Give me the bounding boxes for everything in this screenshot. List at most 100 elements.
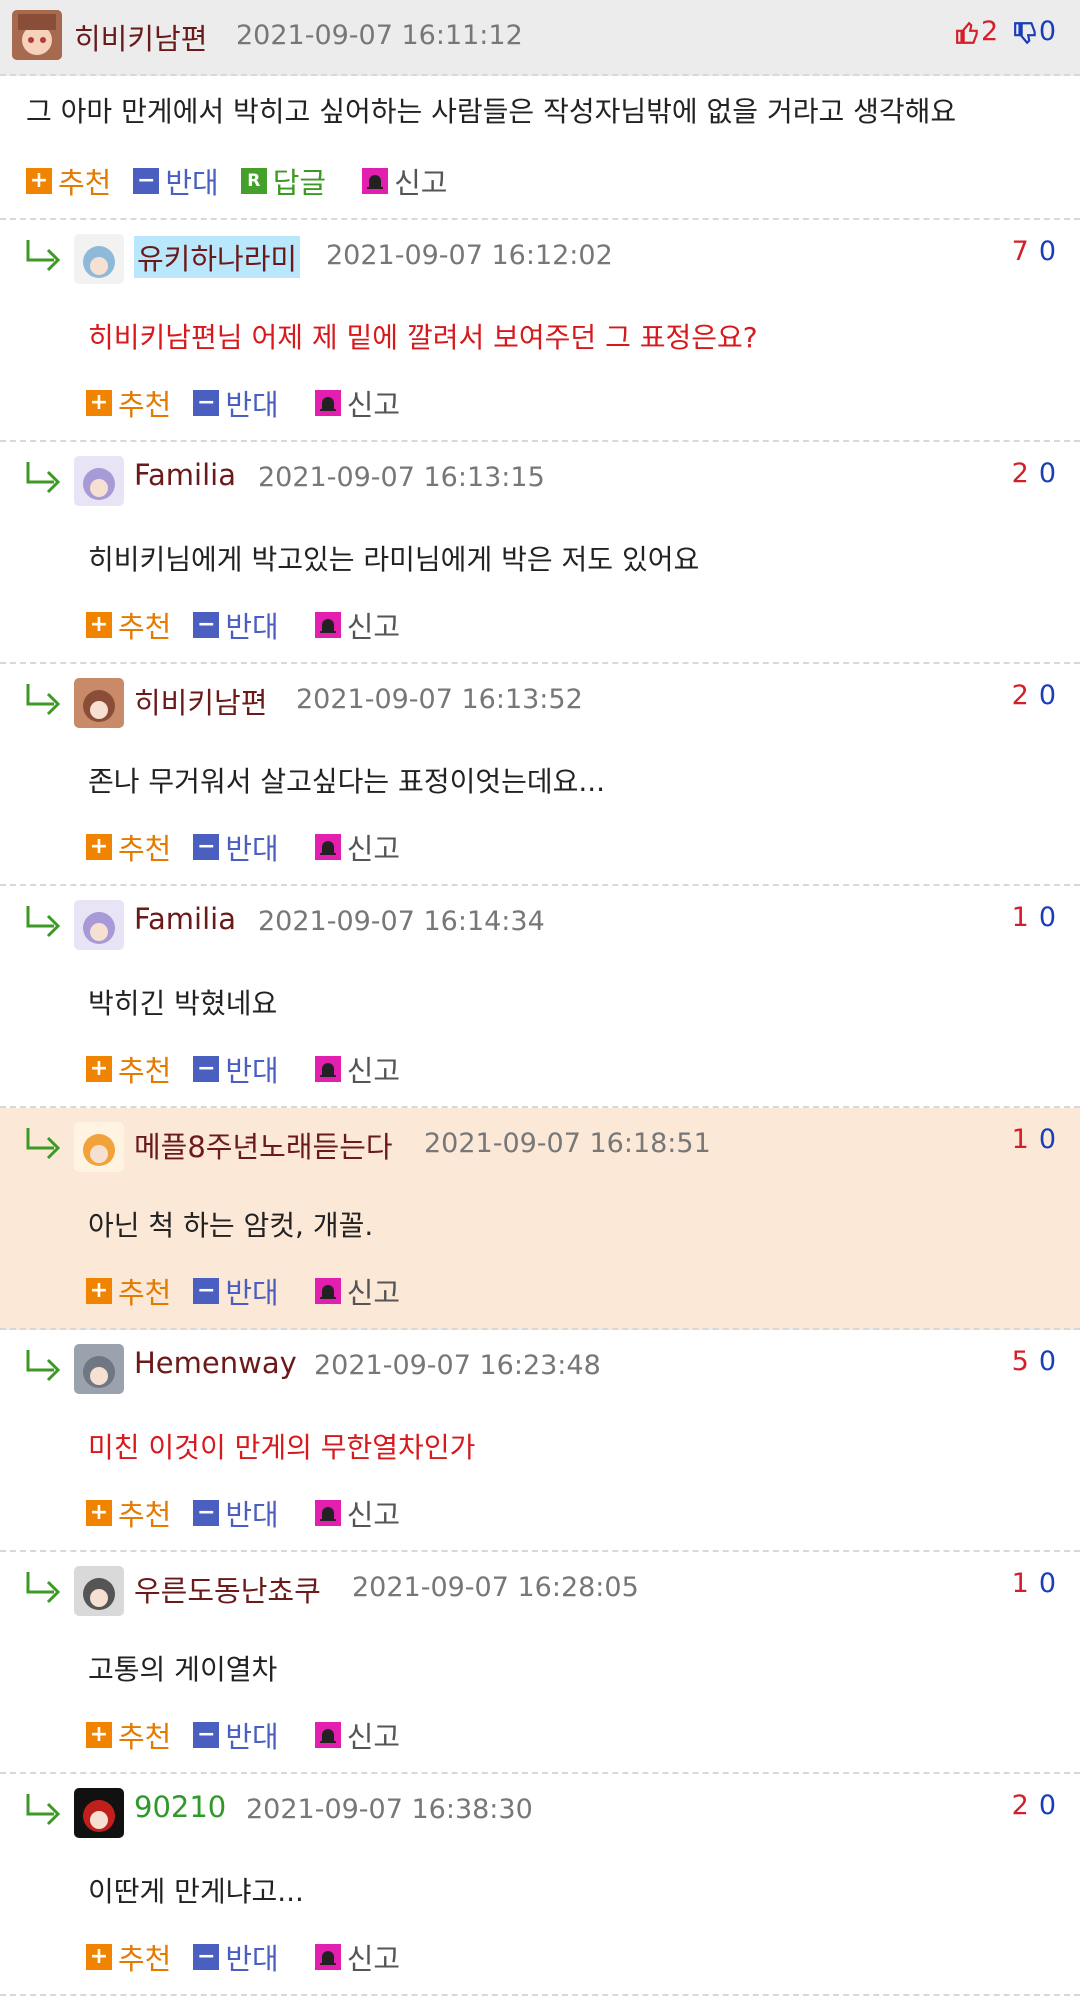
report-button[interactable]: 신고: [314, 1714, 400, 1756]
upvote-count: 1: [1011, 1124, 1029, 1155]
reply-arrow-icon: [26, 1350, 61, 1382]
comment-text: 미친 이것이 만게의 무한열차인가: [88, 1431, 476, 1464]
avatar[interactable]: [74, 900, 124, 950]
avatar[interactable]: [12, 10, 62, 60]
comment-actions: + 추천 − 반대 신고: [86, 1936, 422, 1978]
thumbs-down-icon: [1013, 21, 1036, 44]
report-button[interactable]: 신고: [314, 1492, 400, 1534]
oppose-button[interactable]: − 반대: [193, 1714, 279, 1756]
plus-icon: +: [86, 1944, 112, 1970]
nickname[interactable]: 유키하나라미: [134, 236, 301, 278]
reply-list: 유키하나라미 2021-09-07 16:12:02 70 히비키남편님 어제 …: [0, 220, 1080, 1996]
timestamp: 2021-09-07 16:28:05: [352, 1572, 639, 1603]
reply-arrow-icon: [26, 1794, 61, 1826]
oppose-button[interactable]: − 반대: [193, 1048, 279, 1090]
comment-actions: + 추천 − 반대 신고: [86, 1714, 422, 1756]
mushroom-avatar-icon: [83, 1134, 115, 1166]
reply-comment: 메플8주년노래듣는다 2021-09-07 16:18:51 10 아닌 척 하…: [0, 1108, 1080, 1330]
comment-text: 아닌 척 하는 암컷, 개꼴.: [88, 1209, 374, 1242]
recommend-button[interactable]: + 추천: [26, 160, 111, 202]
reply-arrow-icon: [26, 1572, 61, 1604]
report-button[interactable]: 신고: [314, 604, 400, 646]
comment-actions: + 추천 − 반대 신고: [86, 1048, 422, 1090]
siren-icon: [314, 834, 341, 860]
reply-arrow-icon: [26, 684, 61, 716]
siren-icon: [362, 168, 389, 194]
reply-button[interactable]: R 답글: [240, 160, 326, 202]
minus-icon: −: [193, 1944, 220, 1970]
recommend-button[interactable]: + 추천: [86, 1492, 171, 1534]
recommend-button[interactable]: + 추천: [86, 1714, 171, 1756]
top-comment-header: 히비키남편 2021-09-07 16:11:12 2 0: [0, 0, 1080, 76]
timestamp: 2021-09-07 16:11:12: [236, 20, 523, 51]
oppose-button[interactable]: − 반대: [193, 382, 279, 424]
vote-counts: 20: [1012, 680, 1056, 711]
oppose-button[interactable]: − 반대: [193, 1270, 279, 1312]
report-button[interactable]: 신고: [314, 1936, 400, 1978]
report-button[interactable]: 신고: [314, 382, 400, 424]
nickname[interactable]: 히비키남편: [74, 16, 207, 58]
anime-girl-avatar-icon: [83, 468, 115, 500]
recommend-button[interactable]: + 추천: [86, 382, 171, 424]
report-button[interactable]: 신고: [362, 160, 448, 202]
avatar[interactable]: [74, 234, 124, 284]
oppose-button[interactable]: − 반대: [133, 160, 219, 202]
minus-icon: −: [193, 834, 220, 860]
anime-girl-avatar-icon: [83, 912, 115, 944]
downvote-count: 0: [1038, 1568, 1056, 1599]
oppose-button[interactable]: − 반대: [193, 826, 279, 868]
comment-actions: + 추천 − 반대 신고: [86, 1492, 422, 1534]
recommend-button[interactable]: + 추천: [86, 604, 171, 646]
siren-icon: [314, 1500, 341, 1526]
reply-comment: 90210 2021-09-07 16:38:30 20 이딴게 만게냐고...…: [0, 1774, 1080, 1996]
avatar[interactable]: [74, 1788, 124, 1838]
comment-actions: + 추천 − 반대 신고: [86, 382, 422, 424]
siren-icon: [314, 1944, 341, 1970]
comment-actions: + 추천 − 반대 R 답글 신고: [26, 160, 470, 202]
upvote-count: 2: [1011, 458, 1029, 489]
nickname[interactable]: Familia: [134, 902, 236, 936]
vote-counts: 50: [1012, 1346, 1056, 1377]
anime-girl-avatar-icon: [83, 1578, 115, 1610]
vote-counts: 20: [1012, 458, 1056, 489]
nickname[interactable]: 히비키남편: [134, 680, 267, 722]
plus-icon: +: [86, 390, 112, 416]
comment-text: 존나 무거워서 살고싶다는 표정이엇는데요...: [88, 765, 606, 798]
comment-text: 그 아마 만게에서 박히고 싶어하는 사람들은 작성자님밖에 없을 거라고 생각…: [26, 95, 957, 128]
avatar[interactable]: [74, 456, 124, 506]
comment-text: 이딴게 만게냐고...: [88, 1875, 304, 1908]
recommend-button[interactable]: + 추천: [86, 826, 171, 868]
comment-actions: + 추천 − 반대 신고: [86, 1270, 422, 1312]
report-button[interactable]: 신고: [314, 826, 400, 868]
nickname[interactable]: Familia: [134, 458, 236, 492]
avatar[interactable]: [74, 678, 124, 728]
nickname[interactable]: 우른도동난쵸쿠: [134, 1568, 321, 1610]
recommend-button[interactable]: + 추천: [86, 1936, 171, 1978]
nickname[interactable]: Hemenway: [134, 1346, 297, 1380]
minus-icon: −: [193, 612, 220, 638]
minus-icon: −: [193, 1500, 220, 1526]
avatar[interactable]: [74, 1344, 124, 1394]
anime-girl-avatar-icon: [12, 10, 62, 60]
upvote-count: 2: [1011, 1790, 1029, 1821]
avatar[interactable]: [74, 1566, 124, 1616]
avatar[interactable]: [74, 1122, 124, 1172]
report-button[interactable]: 신고: [314, 1270, 400, 1312]
nickname[interactable]: 메플8주년노래듣는다: [134, 1124, 393, 1166]
vote-counts: 10: [1012, 902, 1056, 933]
oppose-button[interactable]: − 반대: [193, 1936, 279, 1978]
plus-icon: +: [86, 1722, 112, 1748]
oppose-button[interactable]: − 반대: [193, 604, 279, 646]
siren-icon: [314, 1056, 341, 1082]
reply-comment: Familia 2021-09-07 16:14:34 10 박히긴 박혔네요 …: [0, 886, 1080, 1108]
recommend-button[interactable]: + 추천: [86, 1270, 171, 1312]
vote-counts: 20: [1012, 1790, 1056, 1821]
plus-icon: +: [86, 612, 112, 638]
comment-text: 히비키님에게 박고있는 라미님에게 박은 저도 있어요: [88, 543, 700, 576]
upvote-count: 2: [1011, 680, 1029, 711]
nickname[interactable]: 90210: [134, 1790, 226, 1824]
recommend-button[interactable]: + 추천: [86, 1048, 171, 1090]
reply-comment: Hemenway 2021-09-07 16:23:48 50 미친 이것이 만…: [0, 1330, 1080, 1552]
report-button[interactable]: 신고: [314, 1048, 400, 1090]
oppose-button[interactable]: − 반대: [193, 1492, 279, 1534]
